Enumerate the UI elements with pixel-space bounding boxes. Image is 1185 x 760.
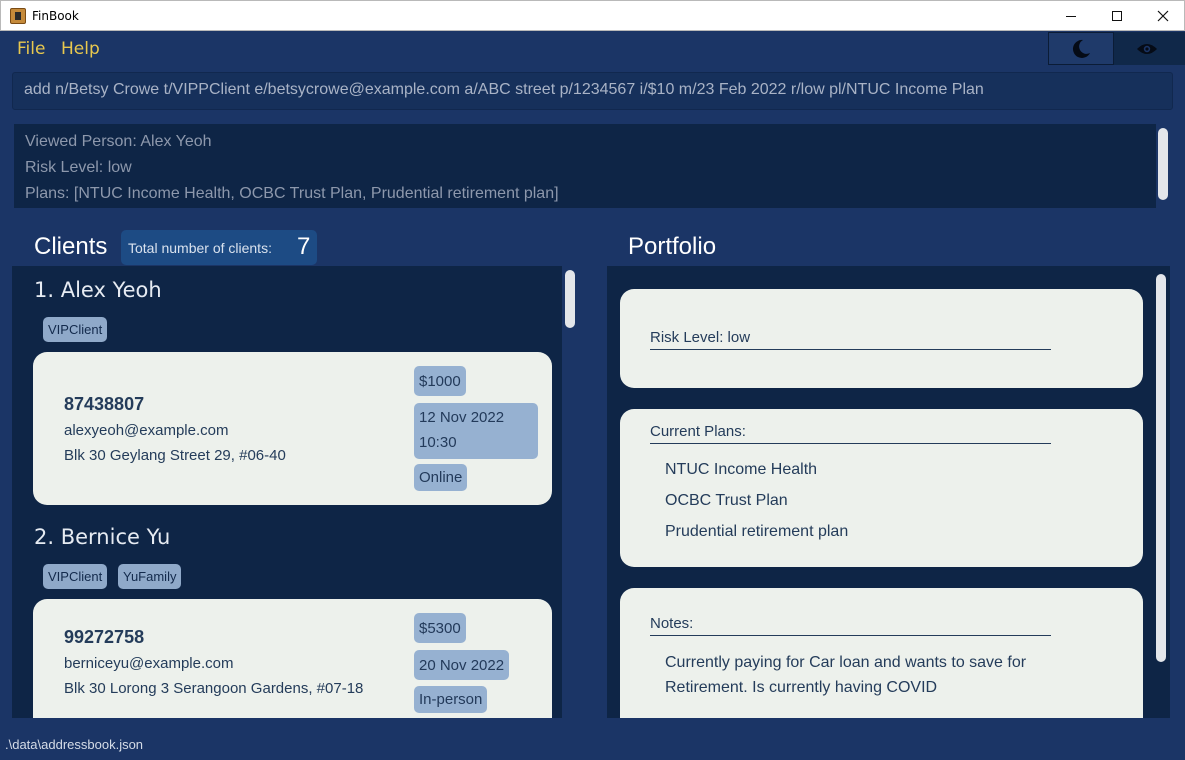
risk-level: Risk Level: low: [650, 329, 1051, 350]
client-email: berniceyu@example.com: [64, 655, 234, 672]
client-income: $1000: [414, 366, 466, 396]
client-meeting-mode: In-person: [414, 686, 488, 713]
portfolio-title: Portfolio: [628, 233, 717, 260]
result-line: Risk Level: low: [25, 159, 132, 176]
client-meeting-mode: Online: [414, 464, 468, 491]
client-address: Blk 30 Geylang Street 29, #06-40: [64, 447, 286, 464]
client-card[interactable]: 87438807 alexyeoh@example.com Blk 30 Gey…: [33, 352, 552, 505]
client-name[interactable]: 1. Alex Yeoh: [34, 278, 162, 302]
client-card[interactable]: 99272758 berniceyu@example.com Blk 30 Lo…: [33, 599, 552, 718]
client-count-badge: Total number of clients: 7: [121, 230, 317, 265]
plans-card: Current Plans: NTUC Income Health OCBC T…: [620, 409, 1143, 567]
privacy-toggle[interactable]: [1114, 32, 1180, 65]
eye-icon: [1137, 43, 1157, 54]
notes-heading: Notes:: [650, 615, 1051, 636]
notes-text: Currently paying for Car loan and wants …: [665, 654, 1027, 671]
maximize-icon: [1112, 11, 1122, 21]
notes-text: Retirement. Is currently having COVID: [665, 679, 938, 696]
app-icon: [10, 8, 26, 24]
minimize-button[interactable]: [1048, 1, 1094, 31]
client-income: $5300: [414, 613, 466, 643]
menu-file[interactable]: File: [17, 39, 45, 59]
plan-item: NTUC Income Health: [665, 461, 818, 478]
result-line: Plans: [NTUC Income Health, OCBC Trust P…: [25, 185, 559, 202]
client-count-label: Total number of clients:: [128, 240, 272, 256]
title-bar: FinBook: [0, 0, 1185, 31]
minimize-icon: [1066, 15, 1076, 17]
meeting-time: 10:30: [419, 434, 457, 451]
client-phone: 87438807: [64, 394, 145, 414]
menu-help[interactable]: Help: [61, 39, 100, 59]
client-email: alexyeoh@example.com: [64, 422, 229, 439]
client-meeting: 12 Nov 2022 10:30: [414, 403, 538, 459]
client-tag: VIPClient: [43, 317, 108, 342]
portfolio-scrollbar[interactable]: [1156, 274, 1166, 662]
client-meeting: 20 Nov 2022: [414, 650, 510, 680]
moon-icon: [1072, 39, 1090, 58]
plans-heading: Current Plans:: [650, 423, 1051, 444]
client-address: Blk 30 Lorong 3 Serangoon Gardens, #07-1…: [64, 680, 364, 697]
risk-card: Risk Level: low: [620, 289, 1143, 388]
client-list[interactable]: 1. Alex Yeoh VIPClient 87438807 alexyeoh…: [12, 266, 562, 718]
status-file-path: .\data\addressbook.json: [5, 737, 144, 752]
close-icon: [1157, 10, 1169, 22]
close-button[interactable]: [1140, 1, 1185, 31]
client-phone: 99272758: [64, 627, 145, 647]
portfolio-panel[interactable]: Risk Level: low Current Plans: NTUC Inco…: [607, 266, 1170, 718]
command-input[interactable]: [24, 81, 1154, 99]
clients-title: Clients: [34, 233, 108, 260]
command-box[interactable]: [12, 72, 1173, 110]
window-title: FinBook: [32, 9, 79, 23]
meeting-date: 12 Nov 2022: [419, 409, 505, 426]
plan-item: OCBC Trust Plan: [665, 492, 788, 509]
client-list-scrollbar[interactable]: [565, 270, 575, 328]
maximize-button[interactable]: [1094, 1, 1140, 31]
notes-card: Notes: Currently paying for Car loan and…: [620, 588, 1143, 718]
plan-item: Prudential retirement plan: [665, 523, 849, 540]
client-tag: YuFamily: [118, 564, 182, 589]
result-display: Viewed Person: Alex Yeoh Risk Level: low…: [14, 124, 1156, 208]
view-toggle-group: [1048, 32, 1185, 65]
client-name[interactable]: 2. Bernice Yu: [34, 525, 170, 549]
result-scrollbar[interactable]: [1158, 128, 1168, 200]
client-tag: VIPClient: [43, 564, 108, 589]
result-line: Viewed Person: Alex Yeoh: [25, 133, 212, 150]
dark-mode-toggle[interactable]: [1048, 32, 1114, 65]
client-count-value: 7: [297, 233, 311, 260]
